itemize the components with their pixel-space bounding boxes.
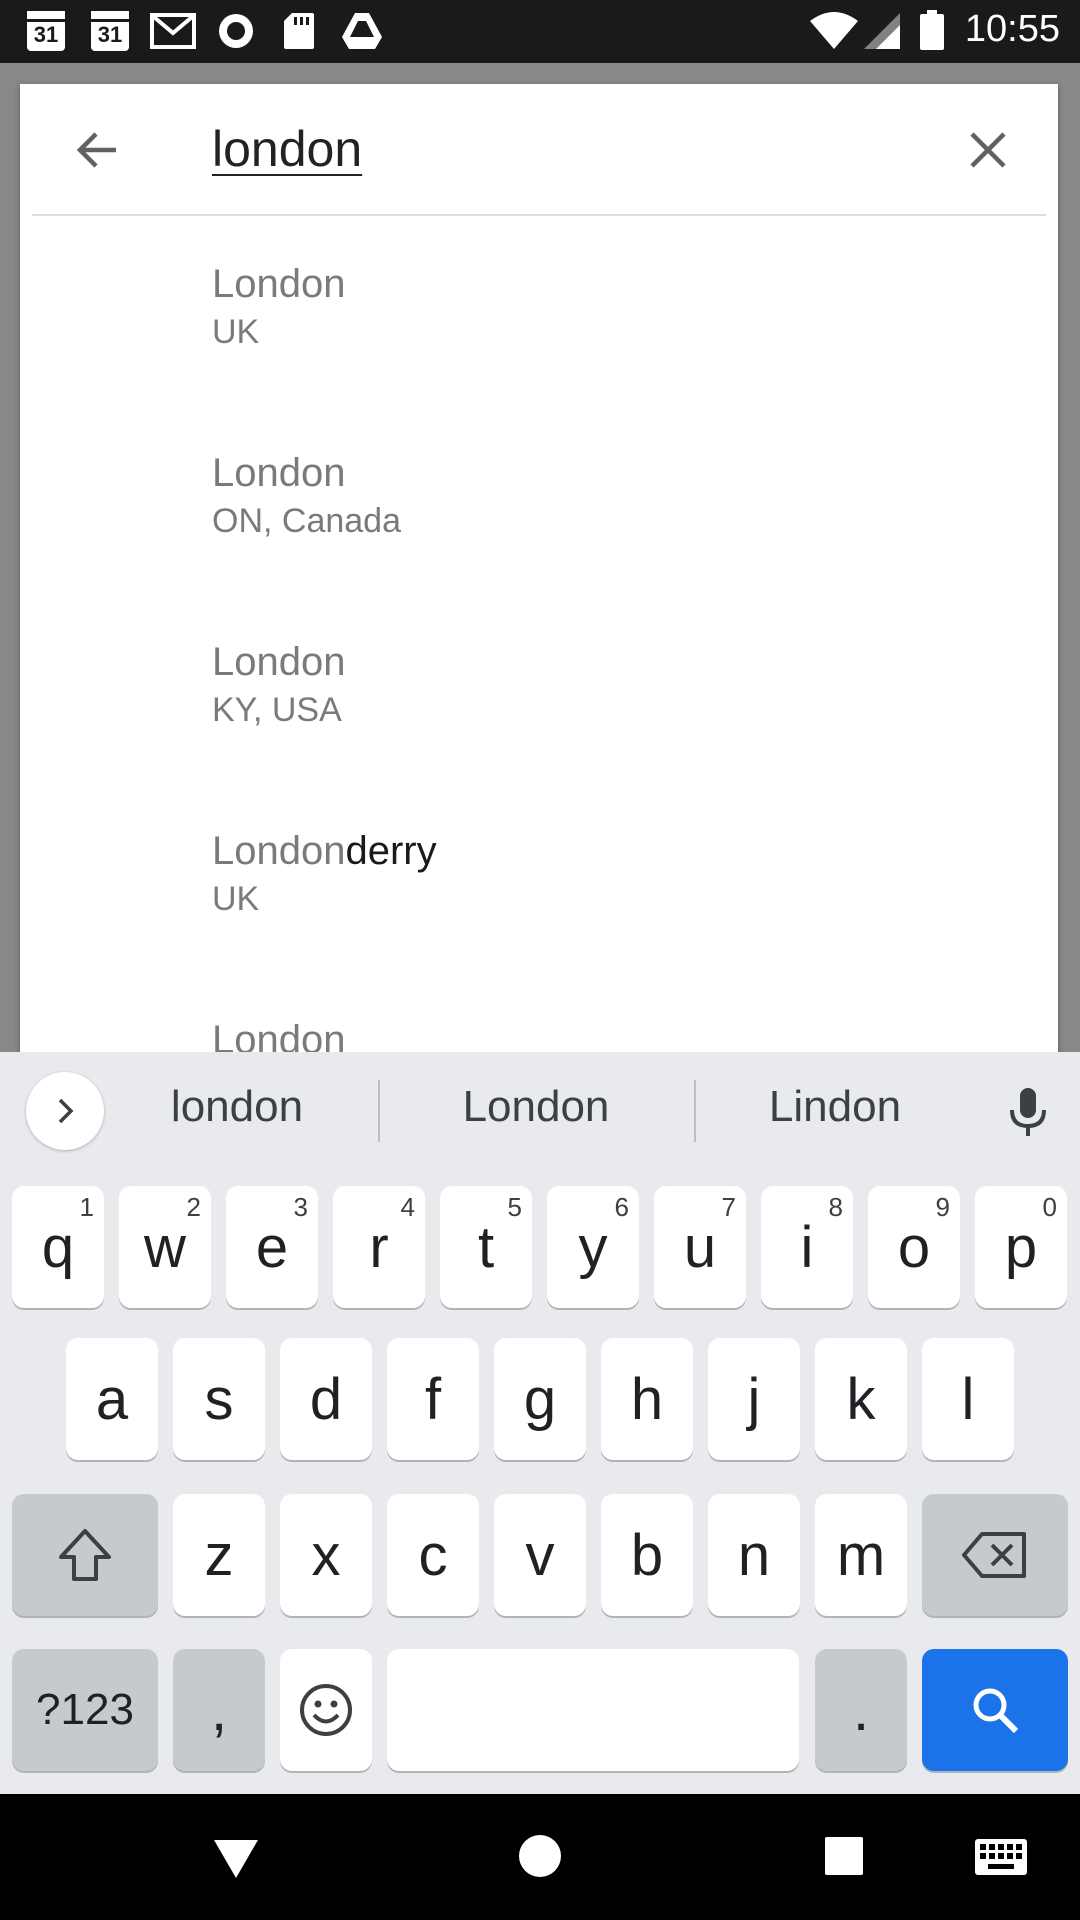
key-d[interactable]: d — [280, 1338, 372, 1460]
backspace-icon — [962, 1532, 1026, 1578]
key-l[interactable]: l — [922, 1338, 1014, 1460]
search-icon — [973, 1688, 1019, 1734]
calendar-icon: 31 — [91, 10, 129, 52]
soft-keyboard: london London Lindon q1 w2 e3 r4 t5 y6 u… — [0, 1052, 1080, 1794]
key-v[interactable]: v — [494, 1494, 586, 1616]
status-bar: 31 31 10:55 — [0, 0, 1080, 63]
key-c[interactable]: c — [387, 1494, 479, 1616]
clear-button[interactable] — [958, 120, 1018, 180]
results-list: London UK London ON, Canada London KY, U… — [20, 216, 1058, 1084]
key-b[interactable]: b — [601, 1494, 693, 1616]
key-n[interactable]: n — [708, 1494, 800, 1616]
result-item[interactable]: London UK — [20, 216, 1058, 405]
key-f[interactable]: f — [387, 1338, 479, 1460]
key-q[interactable]: q1 — [12, 1186, 104, 1308]
key-r[interactable]: r4 — [333, 1186, 425, 1308]
key-h[interactable]: h — [601, 1338, 693, 1460]
key-g[interactable]: g — [494, 1338, 586, 1460]
voice-input-button[interactable] — [1000, 1084, 1056, 1140]
record-icon — [216, 10, 256, 52]
key-y[interactable]: y6 — [547, 1186, 639, 1308]
backspace-key[interactable] — [922, 1494, 1068, 1616]
key-u[interactable]: u7 — [654, 1186, 746, 1308]
home-nav-button[interactable] — [518, 1834, 562, 1883]
result-name: London — [212, 1018, 346, 1062]
result-name: London — [212, 262, 346, 306]
back-triangle-icon — [214, 1840, 258, 1878]
suggestion-3[interactable]: Lindon — [695, 1082, 975, 1132]
result-item[interactable]: Londonderry UK — [20, 783, 1058, 972]
key-e[interactable]: e3 — [226, 1186, 318, 1308]
space-key[interactable] — [387, 1649, 799, 1771]
location-search-dialog: london London UK London ON, Canada Londo… — [20, 84, 1058, 1084]
key-p[interactable]: p0 — [975, 1186, 1067, 1308]
key-w[interactable]: w2 — [119, 1186, 211, 1308]
key-a[interactable]: a — [66, 1338, 158, 1460]
key-m[interactable]: m — [815, 1494, 907, 1616]
close-icon — [970, 132, 1006, 168]
keyboard-icon — [975, 1839, 1027, 1875]
navigation-bar — [0, 1794, 1080, 1920]
key-i[interactable]: i8 — [761, 1186, 853, 1308]
result-region: UK — [212, 313, 260, 351]
key-s[interactable]: s — [173, 1338, 265, 1460]
calendar-date: 31 — [91, 11, 129, 51]
result-region: ON, Canada — [212, 502, 401, 540]
result-item[interactable]: London KY, USA — [20, 594, 1058, 783]
chevron-right-icon — [58, 1098, 74, 1124]
suggestion-divider — [378, 1080, 380, 1142]
result-name: Londonderry — [212, 829, 437, 873]
arrow-back-icon — [76, 132, 116, 168]
calendar-date: 31 — [27, 11, 65, 51]
drive-icon — [340, 10, 384, 52]
search-key[interactable] — [922, 1649, 1068, 1771]
shift-key[interactable] — [12, 1494, 158, 1616]
sd-card-icon — [282, 10, 316, 52]
suggestion-strip: london London Lindon — [0, 1052, 1080, 1168]
search-input[interactable]: london — [212, 120, 362, 178]
key-t[interactable]: t5 — [440, 1186, 532, 1308]
key-o[interactable]: o9 — [868, 1186, 960, 1308]
home-circle-icon — [519, 1835, 561, 1877]
result-region: UK — [212, 880, 260, 918]
symbols-key[interactable]: ?123 — [12, 1649, 158, 1771]
comma-key[interactable]: , — [173, 1649, 265, 1771]
wifi-icon — [808, 10, 860, 52]
gmail-icon — [150, 10, 196, 52]
suggestion-2[interactable]: London — [396, 1082, 676, 1132]
key-j[interactable]: j — [708, 1338, 800, 1460]
recents-nav-button[interactable] — [824, 1836, 864, 1881]
mic-icon — [1010, 1088, 1046, 1136]
back-nav-button[interactable] — [212, 1836, 260, 1885]
battery-icon — [918, 10, 946, 52]
expand-toolbar-button[interactable] — [26, 1072, 104, 1150]
recents-square-icon — [825, 1837, 863, 1875]
key-z[interactable]: z — [173, 1494, 265, 1616]
result-name: London — [212, 451, 346, 495]
result-region: KY, USA — [212, 691, 342, 729]
emoji-icon — [300, 1684, 352, 1736]
back-button[interactable] — [68, 120, 128, 180]
shift-icon — [59, 1529, 111, 1581]
key-k[interactable]: k — [815, 1338, 907, 1460]
suggestion-1[interactable]: london — [97, 1082, 377, 1132]
result-name: London — [212, 640, 346, 684]
calendar-icon: 31 — [27, 10, 65, 52]
status-time: 10:55 — [964, 8, 1060, 50]
period-key[interactable]: . — [815, 1649, 907, 1771]
key-x[interactable]: x — [280, 1494, 372, 1616]
emoji-key[interactable] — [280, 1649, 372, 1771]
result-item[interactable]: London ON, Canada — [20, 405, 1058, 594]
signal-icon — [862, 10, 902, 52]
keyboard-switch-button[interactable] — [974, 1838, 1028, 1881]
search-bar: london — [20, 84, 1058, 216]
